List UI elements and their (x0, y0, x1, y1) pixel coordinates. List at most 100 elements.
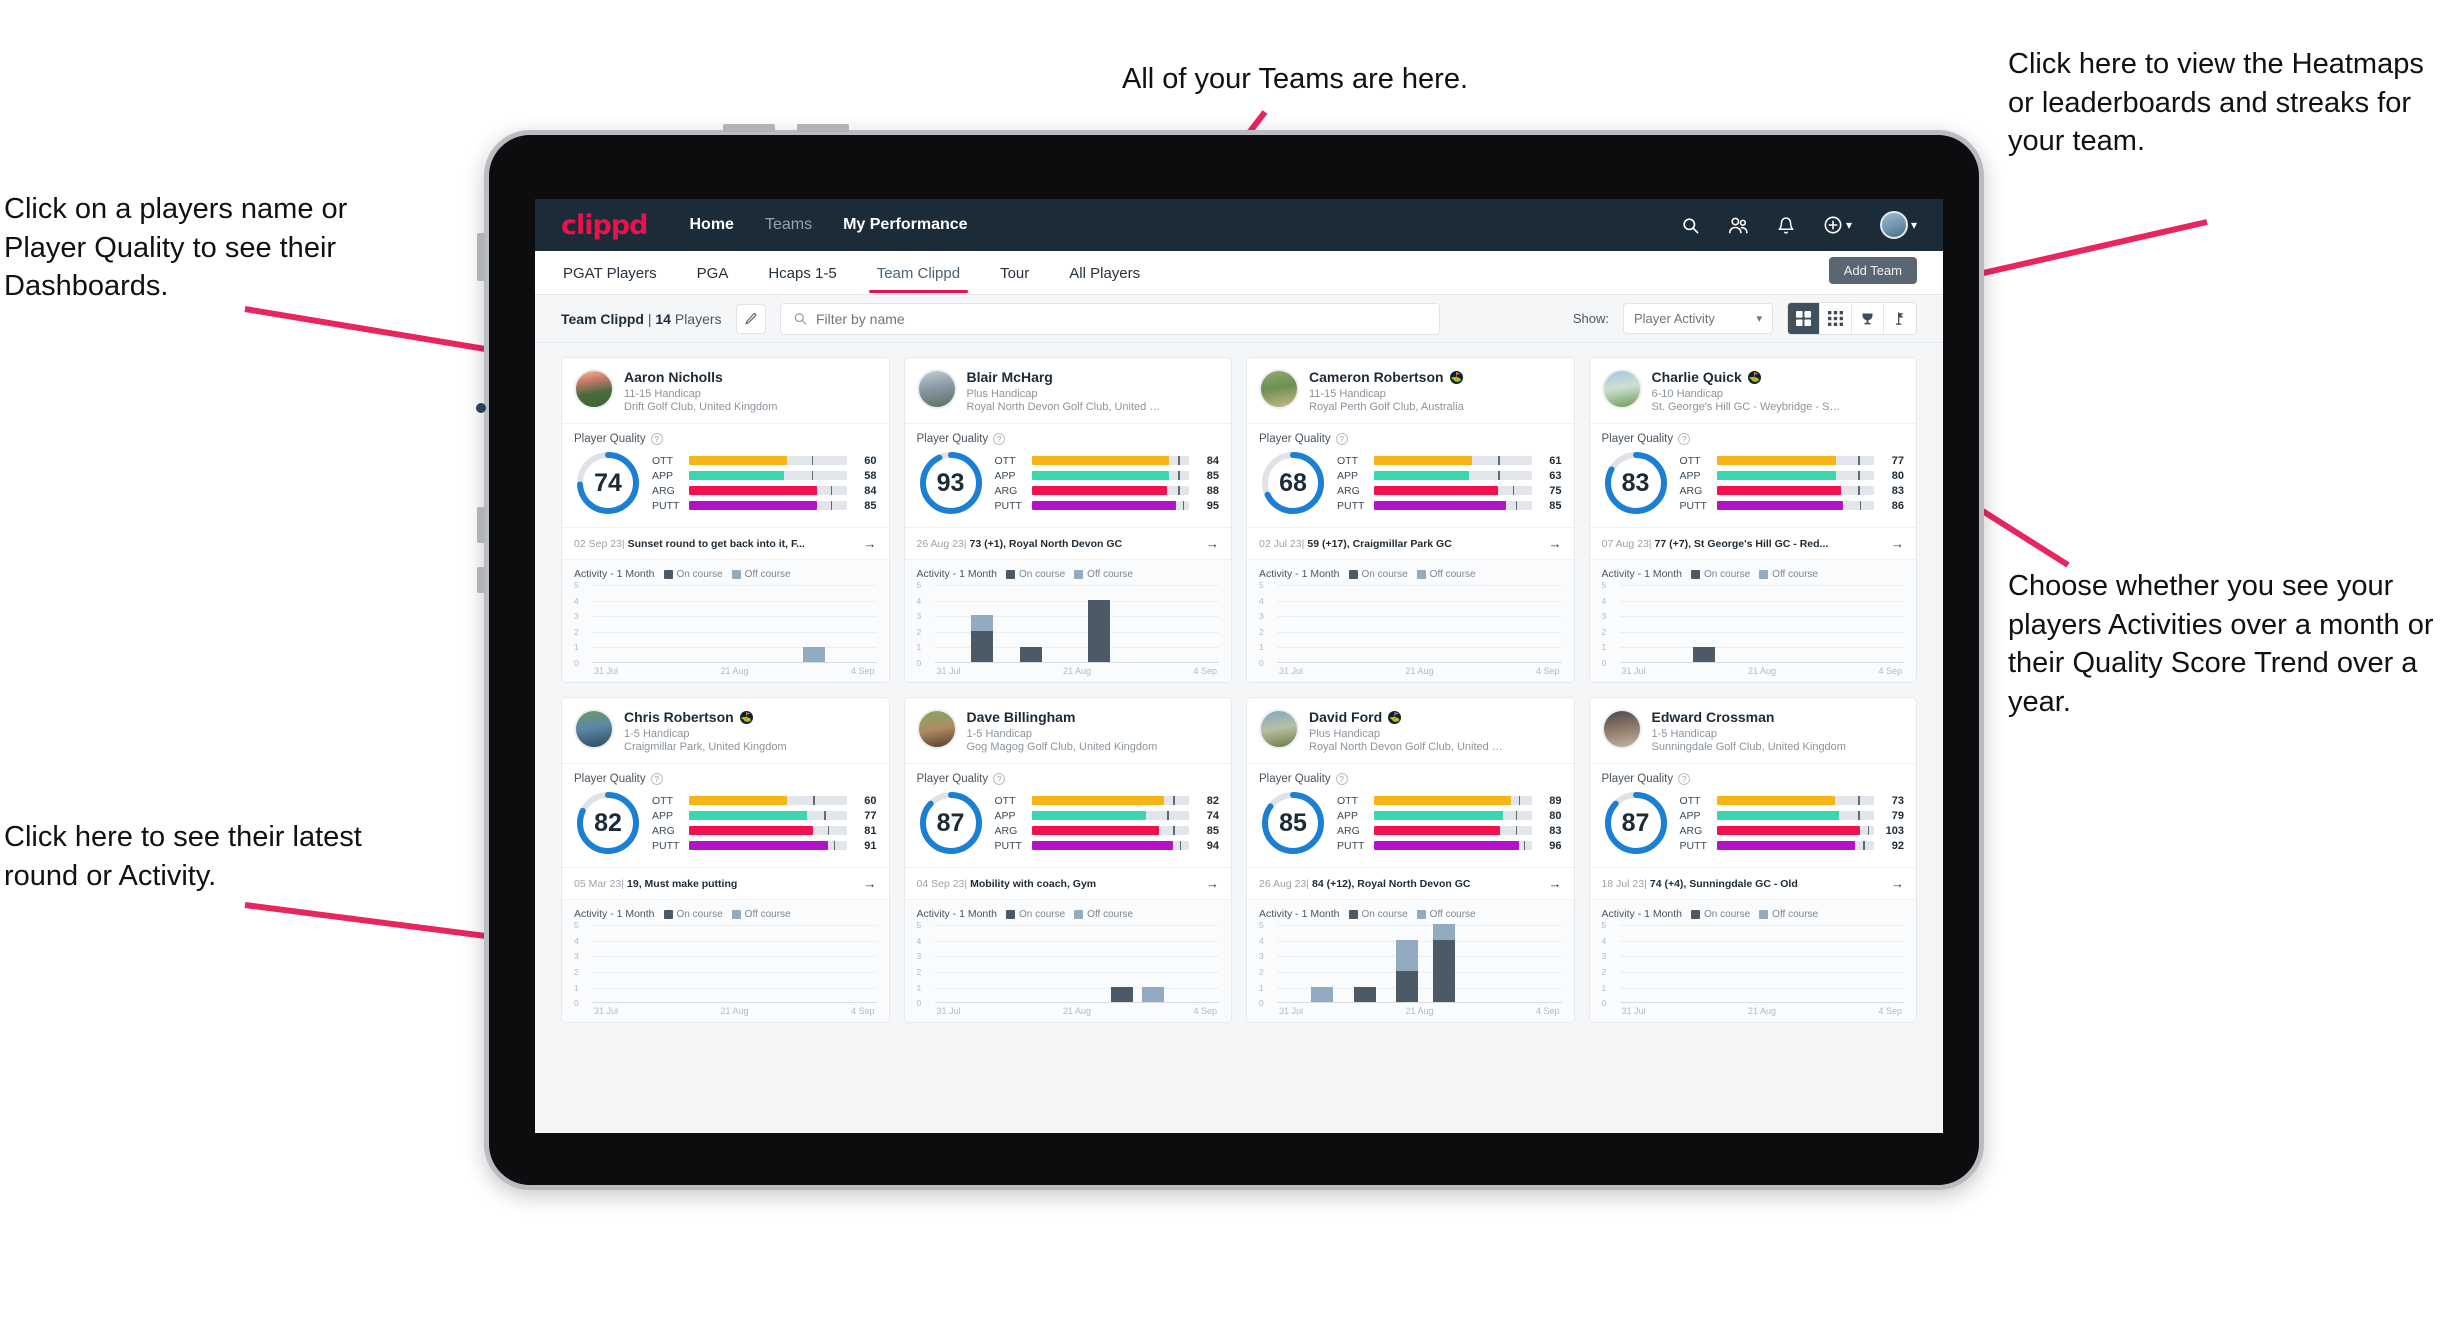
legend-swatch (663, 569, 673, 579)
add-circle-icon[interactable]: ▾ (1823, 215, 1852, 235)
metric-value: 85 (1206, 824, 1219, 837)
player-card[interactable]: Chris Robertson ⛳ 1-5 Handicap Craigmillar … (561, 697, 890, 1024)
activity-bar (1311, 986, 1334, 1003)
metric-row-arg: ARG 75 (1337, 485, 1562, 497)
clippd-logo[interactable]: clippd (561, 210, 648, 241)
golf-flag-heatmap-icon[interactable] (1884, 303, 1916, 334)
round-separator: | (1648, 537, 1652, 550)
latest-round-row[interactable]: 02 Sep 23 | Sunset round to get back int… (562, 528, 889, 561)
avatar[interactable]: ▾ (1879, 211, 1917, 239)
latest-round-row[interactable]: 04 Sep 23 | Mobility with coach, Gym → (904, 868, 1231, 901)
latest-round-row[interactable]: 02 Jul 23 | 59 (+17), Craigmillar Park G… (1247, 528, 1574, 561)
metric-bar (1374, 826, 1532, 836)
round-date: 04 Sep 23 (916, 877, 965, 890)
player-quality-section[interactable]: Player Quality? 87 OTT 82 APP 74 ARG 85 PUTT 94 (904, 764, 1231, 869)
metric-bar (1716, 841, 1874, 851)
player-quality-section[interactable]: Player Quality? 68 OTT 61 APP 63 ARG 75 PUTT 85 (1247, 424, 1574, 529)
arrow-right-icon[interactable]: → (1196, 876, 1219, 891)
y-axis-tick: 3 (574, 611, 579, 622)
tab-team-clippd[interactable]: Team Clippd (868, 254, 969, 293)
player-card[interactable]: Edward Crossman 1-5 Handicap Sunningdale G… (1588, 697, 1917, 1024)
y-axis-tick: 3 (1601, 951, 1607, 962)
activity-bar-chart: 5 4 3 2 1 0 (1259, 920, 1562, 1008)
player-quality-section[interactable]: Player Quality? 85 OTT 89 APP 80 ARG 83 PUTT 96 (1247, 764, 1574, 869)
legend-swatch (1074, 909, 1084, 919)
help-icon[interactable]: ? (1678, 773, 1691, 786)
player-name[interactable]: Chris Robertson ⛳ (624, 709, 787, 725)
arrow-right-icon[interactable]: → (1539, 536, 1562, 551)
avatar (1601, 369, 1642, 409)
latest-round-row[interactable]: 26 Aug 23 | 84 (+12), Royal North Devon … (1247, 868, 1574, 901)
team-separator: | (643, 310, 656, 327)
tab-pga[interactable]: PGA (695, 254, 731, 292)
y-axis-tick: 2 (916, 626, 922, 637)
player-card[interactable]: Blair McHarg Plus Handicap Royal North Dev… (903, 357, 1232, 684)
player-quality-body: 83 OTT 77 APP 80 ARG 83 PUTT 86 (1602, 449, 1904, 517)
latest-round-row[interactable]: 26 Aug 23 | 73 (+1), Royal North Devon G… (904, 528, 1231, 561)
help-icon[interactable]: ? (993, 433, 1006, 446)
player-name[interactable]: Blair McHarg (967, 369, 1162, 385)
tab-all-players[interactable]: All Players (1067, 254, 1142, 292)
arrow-right-icon[interactable]: → (1539, 876, 1562, 891)
y-axis-tick: 2 (916, 966, 922, 977)
help-icon[interactable]: ? (650, 433, 663, 446)
player-quality-section[interactable]: Player Quality? 83 OTT 77 APP 80 ARG 83 PUTT 86 (1589, 424, 1916, 529)
player-quality-section[interactable]: Player Quality? 74 OTT 60 APP 58 ARG 84 PUTT 85 (562, 424, 889, 529)
latest-round-row[interactable]: 18 Jul 23 | 74 (+4), Sunningdale GC - Ol… (1589, 868, 1916, 901)
people-icon[interactable] (1728, 216, 1749, 235)
help-icon[interactable]: ? (1335, 433, 1348, 446)
bar-segment-off-course (1433, 924, 1456, 940)
metric-list: OTT 82 APP 74 ARG 85 PUTT 94 (995, 795, 1220, 852)
player-name[interactable]: David Ford ⛳ (1309, 709, 1504, 725)
player-card[interactable]: Aaron Nicholls 11-15 Handicap Drift Golf C… (561, 357, 890, 684)
search-input[interactable] (815, 310, 1427, 327)
player-quality-section[interactable]: Player Quality? 87 OTT 73 APP 79 ARG 103 PUTT 92 (1589, 764, 1916, 869)
arrow-right-icon[interactable]: → (854, 536, 877, 551)
latest-round-row[interactable]: 07 Aug 23 | 77 (+7), St George's Hill GC… (1589, 528, 1916, 561)
bell-icon[interactable] (1777, 216, 1795, 235)
player-card[interactable]: Dave Billingham 1-5 Handicap Gog Magog Gol… (903, 697, 1232, 1024)
search-field-wrapper[interactable] (779, 302, 1440, 335)
legend-off-course: Off course (731, 569, 791, 580)
legend-on-course: On course (1691, 569, 1750, 580)
player-quality-title: Player Quality? (1259, 773, 1562, 786)
player-info: Cameron Robertson ⛳ 11-15 Handicap Royal Pe… (1309, 369, 1464, 413)
tab-pgat-players[interactable]: PGAT Players (561, 254, 659, 292)
help-icon[interactable]: ? (1335, 773, 1348, 786)
help-icon[interactable]: ? (1678, 433, 1691, 446)
tab-tour[interactable]: Tour (998, 254, 1031, 292)
legend-off-course: Off course (1074, 569, 1133, 580)
edit-team-button[interactable] (735, 303, 766, 334)
metric-list: OTT 60 APP 58 ARG 84 PUTT 85 (652, 455, 877, 512)
arrow-right-icon[interactable]: → (1196, 536, 1219, 551)
dense-grid-view-icon[interactable] (1820, 303, 1852, 334)
round-text: Sunset round to get back into it, F... (627, 537, 805, 550)
latest-round-row[interactable]: 05 Mar 23 | 19, Must make putting → (562, 868, 889, 901)
help-icon[interactable]: ? (993, 773, 1006, 786)
show-select[interactable]: Player Activity ▾ (1623, 303, 1773, 334)
player-quality-section[interactable]: Player Quality? 82 OTT 60 APP 77 ARG 81 PUTT 91 (562, 764, 889, 869)
search-icon[interactable] (1681, 216, 1700, 235)
player-name[interactable]: Aaron Nicholls (624, 369, 777, 385)
player-card[interactable]: Cameron Robertson ⛳ 11-15 Handicap Royal Pe… (1246, 357, 1575, 684)
tab-hcaps-1-5[interactable]: Hcaps 1-5 (766, 254, 838, 292)
player-name[interactable]: Edward Crossman (1652, 709, 1846, 725)
grid-view-icon[interactable] (1788, 303, 1820, 334)
player-card[interactable]: David Ford ⛳ Plus Handicap Royal North Devo… (1246, 697, 1575, 1024)
arrow-right-icon[interactable]: → (1881, 536, 1904, 551)
player-card[interactable]: Charlie Quick ⛳ 6-10 Handicap St. George's … (1588, 357, 1917, 684)
activity-title: Activity - 1 Month (1259, 568, 1340, 581)
nav-link-my-performance[interactable]: My Performance (843, 216, 968, 234)
arrow-right-icon[interactable]: → (854, 876, 877, 891)
player-name[interactable]: Charlie Quick ⛳ (1652, 369, 1847, 385)
player-quality-section[interactable]: Player Quality? 93 OTT 84 APP 85 ARG 88 PUTT 95 (904, 424, 1231, 529)
help-icon[interactable]: ? (650, 773, 663, 786)
arrow-right-icon[interactable]: → (1881, 876, 1904, 891)
player-name[interactable]: Dave Billingham (967, 709, 1158, 725)
activity-bar (1088, 599, 1111, 663)
trophy-leaderboard-icon[interactable] (1852, 303, 1884, 334)
player-name[interactable]: Cameron Robertson ⛳ (1309, 369, 1464, 385)
nav-link-teams[interactable]: Teams (765, 216, 812, 234)
add-team-button[interactable]: Add Team (1828, 257, 1917, 284)
nav-link-home[interactable]: Home (690, 216, 734, 234)
